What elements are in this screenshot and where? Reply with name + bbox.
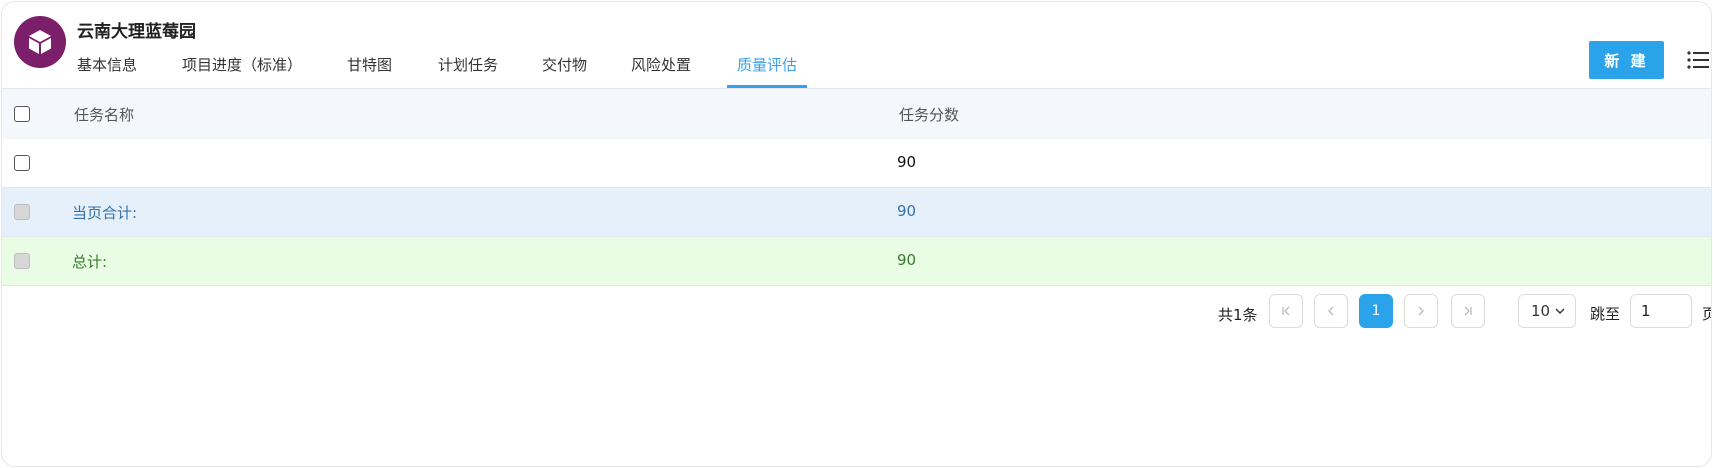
last-page-button[interactable] [1451,294,1485,328]
first-page-icon [1282,306,1290,316]
page-total-score: 90 [897,202,917,220]
tab-progress-standard[interactable]: 项目进度（标准） [182,54,302,75]
page-total-checkbox [14,204,30,220]
column-header-task-name: 任务名称 [74,106,135,124]
page-size-value: 10 [1531,302,1551,320]
table-header-row: 任务名称 任务分数 [2,88,1711,140]
pagination-total: 共1条 [1218,306,1258,324]
page-number-button[interactable]: 1 [1359,294,1393,328]
prev-page-button[interactable] [1314,294,1348,328]
grand-total-score: 90 [897,251,917,269]
first-page-button[interactable] [1269,294,1303,328]
tab-quality-assessment[interactable]: 质量评估 [737,54,797,75]
chevron-left-icon [1328,306,1334,316]
select-all-checkbox[interactable] [14,106,30,122]
jump-to-label: 跳至 [1590,305,1621,323]
tab-gantt[interactable]: 甘特图 [347,54,392,75]
tab-plan-tasks[interactable]: 计划任务 [438,54,498,75]
row-checkbox[interactable] [14,155,30,171]
tab-deliverables[interactable]: 交付物 [542,54,587,75]
next-page-button[interactable] [1404,294,1438,328]
page-total-row: 当页合计: 90 [2,188,1711,237]
tab-risk-handling[interactable]: 风险处置 [631,54,691,75]
column-header-task-score: 任务分数 [899,106,960,124]
task-score-cell: 90 [897,153,917,171]
page-size-select[interactable]: 10 [1518,294,1576,328]
list-menu-icon[interactable] [1686,48,1710,72]
grand-total-checkbox [14,253,30,269]
chevron-right-icon [1418,306,1424,316]
app-frame: 云南大理蓝莓园 基本信息 项目进度（标准） 甘特图 计划任务 交付物 风险处置 … [1,1,1712,467]
grand-total-row: 总计: 90 [2,237,1711,286]
chevron-down-icon [1555,308,1565,314]
project-title: 云南大理蓝莓园 [77,22,196,42]
jump-page-input[interactable] [1630,294,1692,328]
new-button[interactable]: 新 建 [1589,41,1664,79]
last-page-icon [1464,306,1472,316]
project-logo-icon [14,16,66,68]
table-row[interactable]: 90 [2,139,1711,188]
page-suffix-label: 页 [1702,303,1711,324]
grand-total-label: 总计: [72,253,108,271]
page-total-label: 当页合计: [72,204,138,222]
tab-basic-info[interactable]: 基本信息 [77,54,137,75]
